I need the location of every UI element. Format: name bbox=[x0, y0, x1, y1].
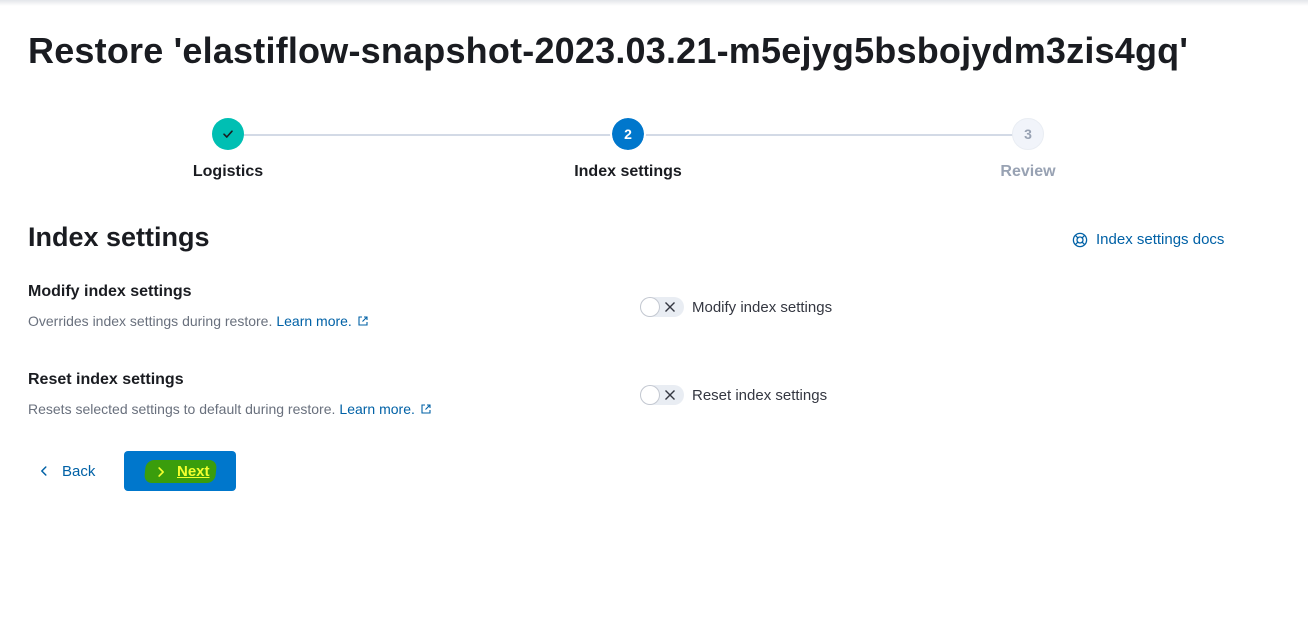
step-label: Index settings bbox=[574, 163, 682, 180]
learn-more-label: Learn more. bbox=[339, 401, 415, 417]
learn-more-label: Learn more. bbox=[276, 313, 352, 329]
header-shadow bbox=[0, 0, 1308, 6]
chevron-right-icon bbox=[158, 466, 164, 476]
modify-settings-title: Modify index settings bbox=[28, 283, 192, 300]
page-title: Restore 'elastiflow-snapshot-2023.03.21-… bbox=[28, 30, 1189, 71]
modify-settings-toggle-row: Modify index settings bbox=[640, 297, 832, 317]
reset-settings-switch-label[interactable]: Reset index settings bbox=[692, 387, 827, 404]
modify-settings-switch[interactable] bbox=[640, 297, 684, 317]
index-settings-docs-link[interactable]: Index settings docs bbox=[1072, 231, 1224, 248]
back-button-label: Back bbox=[62, 462, 96, 480]
modify-settings-switch-label[interactable]: Modify index settings bbox=[692, 299, 832, 316]
switch-knob bbox=[640, 385, 660, 405]
section-title: Index settings bbox=[28, 222, 210, 252]
step-label: Review bbox=[1000, 163, 1056, 180]
reset-settings-title: Reset index settings bbox=[28, 371, 184, 388]
step-complete-marker bbox=[212, 118, 244, 150]
learn-more-link[interactable]: Learn more. bbox=[339, 401, 431, 417]
reset-settings-description: Resets selected settings to default duri… bbox=[28, 401, 432, 417]
back-button[interactable]: Back bbox=[28, 452, 105, 490]
next-button-label: Next bbox=[176, 462, 210, 480]
modify-settings-description: Overrides index settings during restore.… bbox=[28, 313, 369, 329]
cross-icon bbox=[665, 302, 675, 312]
lifebuoy-icon bbox=[1072, 232, 1088, 247]
description-text: Overrides index settings during restore. bbox=[28, 313, 273, 329]
step-logistics[interactable]: Logistics bbox=[128, 118, 328, 181]
highlight-mark: Next bbox=[143, 459, 217, 483]
step-number: 2 bbox=[610, 116, 646, 152]
steps-progress: Logistics 2 Index settings 3 Review bbox=[0, 116, 1308, 188]
external-link-icon bbox=[421, 404, 431, 414]
step-number: 3 bbox=[1012, 118, 1044, 150]
reset-settings-toggle-row: Reset index settings bbox=[640, 385, 827, 405]
reset-settings-switch[interactable] bbox=[640, 385, 684, 405]
switch-knob bbox=[640, 297, 660, 317]
check-icon bbox=[223, 130, 233, 138]
step-review: 3 Review bbox=[928, 118, 1128, 181]
external-link-icon bbox=[358, 316, 368, 326]
step-label: Logistics bbox=[192, 163, 264, 180]
learn-more-link[interactable]: Learn more. bbox=[276, 313, 368, 329]
description-text: Resets selected settings to default duri… bbox=[28, 401, 336, 417]
next-button[interactable]: Next bbox=[124, 451, 236, 491]
step-index-settings[interactable]: 2 Index settings bbox=[528, 116, 728, 181]
docs-link-label: Index settings docs bbox=[1096, 231, 1225, 248]
cross-icon bbox=[665, 390, 675, 400]
chevron-left-icon bbox=[41, 466, 47, 476]
